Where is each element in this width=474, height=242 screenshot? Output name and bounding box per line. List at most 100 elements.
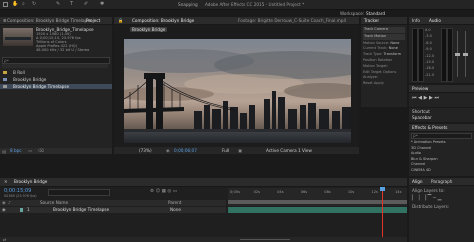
timeline-panel: ✕ Brooklyn Bridge 0;00:15;09 00369 (23.9…: [0, 178, 407, 242]
playhead-handle[interactable]: [379, 187, 385, 191]
camera-select[interactable]: Active Camera: [266, 147, 297, 154]
track-type-value[interactable]: Transform: [384, 52, 401, 56]
effects-category[interactable]: CINEMA 4D: [411, 168, 446, 174]
track-motion-button[interactable]: Track Motion: [363, 33, 405, 40]
audio-scale-label: -18.0: [425, 66, 435, 71]
project-item-selected[interactable]: Brooklyn Bridge Timelapse: [0, 84, 112, 89]
tab-audio[interactable]: Audio: [427, 18, 443, 23]
comp-name-button[interactable]: Brooklyn Bridge: [130, 27, 168, 32]
first-frame-icon[interactable]: ⏮: [412, 95, 417, 101]
toggle-switches-icon[interactable]: ⇄: [3, 237, 7, 242]
effects-category[interactable]: * Animation Presets: [411, 140, 446, 146]
effects-search-input[interactable]: ρ•: [411, 133, 472, 139]
work-area-bar[interactable]: [228, 200, 407, 204]
ruler-tick-label: 10s: [347, 190, 355, 194]
motion-source-value[interactable]: None: [390, 41, 399, 45]
layer-row[interactable]: ◉ 1 Brooklyn Bridge Timelapse None: [0, 207, 226, 213]
snapping-label[interactable]: Snapping: [178, 2, 198, 7]
reset-button[interactable]: Reset: [363, 81, 373, 85]
frame-blending-icon[interactable]: ▦: [162, 189, 166, 194]
workspace-label: Workspace:: [340, 11, 365, 16]
graph-editor-icon[interactable]: ▭: [173, 189, 177, 194]
tab-composition[interactable]: Composition: Brooklyn Bridge: [130, 18, 196, 23]
zoom-select[interactable]: (73%): [139, 147, 152, 154]
tab-tracker[interactable]: Tracker: [362, 18, 381, 23]
audio-toggle-icon[interactable]: ♪: [8, 200, 11, 206]
home-icon[interactable]: [3, 2, 8, 7]
motion-blur-icon[interactable]: ◎: [167, 189, 171, 194]
tab-timeline-comp[interactable]: Brooklyn Bridge: [12, 179, 49, 184]
tab-align[interactable]: Align: [410, 179, 425, 184]
play-icon[interactable]: ▶: [424, 95, 428, 101]
align-bottom-icon[interactable]: ▁: [438, 195, 442, 201]
tab-footage[interactable]: Footage: Brigitte Derrouw_C-Suite Coach_…: [236, 18, 348, 23]
shy-layers-icon[interactable]: ☺: [155, 189, 160, 194]
resolution-select[interactable]: Full: [222, 147, 229, 154]
align-left-icon[interactable]: ▏: [412, 195, 416, 201]
align-center-icon[interactable]: │: [417, 195, 420, 201]
tab-paragraph[interactable]: Paragraph: [429, 179, 454, 184]
composition-viewer[interactable]: [124, 39, 351, 143]
bpc-button[interactable]: 8 bpc: [10, 148, 22, 154]
zoom-slider[interactable]: [240, 239, 290, 240]
layer-duration-bar[interactable]: [228, 207, 407, 213]
align-layers-label: Align Layers to:: [412, 188, 445, 193]
project-bottom-bar: ▤ 8 bpc ▭ ⌫: [0, 148, 112, 154]
ruler-tick-label: 06s: [300, 190, 308, 194]
layer-label-color[interactable]: [20, 208, 23, 212]
visibility-eye-icon[interactable]: ◉: [2, 207, 6, 213]
trash-icon[interactable]: ⌫: [38, 148, 44, 154]
hand-icon[interactable]: ✋: [12, 1, 18, 7]
tab-effects-presets[interactable]: Effects & Presets: [410, 125, 449, 130]
align-middle-icon[interactable]: ─: [433, 195, 436, 201]
playhead[interactable]: [381, 188, 383, 242]
rotation-checkbox[interactable]: Rotation: [378, 58, 393, 62]
rotate-tool-icon[interactable]: ↻: [32, 1, 36, 7]
brush-tool-icon[interactable]: ✐: [84, 1, 88, 7]
camera-icon[interactable]: ◉: [166, 147, 170, 154]
volume-slider-handle[interactable]: [455, 53, 460, 56]
timeline-search-input[interactable]: [48, 189, 110, 196]
workspace-select[interactable]: Standard: [366, 11, 385, 16]
close-icon[interactable]: ✕: [2, 179, 10, 184]
shortcut-select[interactable]: Spacebar: [412, 115, 432, 120]
column-parent[interactable]: Parent: [168, 200, 181, 206]
tab-info[interactable]: Info: [410, 18, 422, 23]
position-checkbox[interactable]: Position: [363, 58, 377, 62]
project-item[interactable]: B Roll: [0, 70, 112, 75]
apply-button[interactable]: Apply: [374, 81, 384, 85]
align-right-icon[interactable]: ▕: [422, 195, 426, 201]
project-panel: ≡ Composition: Brooklyn Bridge Timelapse…: [0, 17, 112, 154]
new-folder-icon[interactable]: ▭: [28, 148, 32, 154]
text-tool-icon[interactable]: T: [70, 1, 73, 7]
layer-name[interactable]: Brooklyn Bridge Timelapse: [53, 207, 109, 213]
tab-preview[interactable]: Preview: [410, 86, 430, 91]
video-toggle-icon[interactable]: ◉: [2, 200, 6, 206]
puppet-tool-icon[interactable]: ✱: [100, 1, 104, 7]
volume-slider-handle[interactable]: [463, 53, 468, 56]
last-frame-icon[interactable]: ⏭: [434, 95, 439, 101]
timecode-display[interactable]: 0;00;06;07: [174, 147, 197, 154]
view-layout-select[interactable]: 1 View: [298, 147, 312, 154]
comp-flowchart-icon[interactable]: ⚙: [150, 189, 154, 194]
layer-parent-select[interactable]: None: [170, 207, 181, 213]
project-tabbar: ≡ Composition: Brooklyn Bridge Timelapse…: [0, 17, 112, 25]
align-top-icon[interactable]: ▔: [428, 195, 432, 201]
current-track-value[interactable]: None: [389, 46, 398, 50]
zoom-tool-icon[interactable]: ⌕: [22, 1, 25, 7]
column-source-name[interactable]: Source Name: [40, 200, 68, 206]
track-camera-button[interactable]: Track Camera: [363, 27, 405, 33]
tab-project[interactable]: Project: [84, 18, 102, 23]
previous-frame-icon[interactable]: ◀: [418, 95, 422, 101]
pen-tool-icon[interactable]: ✎: [56, 1, 60, 7]
lock-icon[interactable]: 🔒: [116, 18, 125, 23]
comp-header-tab[interactable]: Composition: Brooklyn Bridge Timelapse: [5, 18, 94, 23]
options-button[interactable]: Options: [383, 70, 397, 74]
project-search-input[interactable]: ρ•: [2, 57, 110, 64]
search-icon: ρ•: [413, 133, 419, 138]
edit-target-button[interactable]: Edit Target: [363, 70, 382, 74]
interpret-footage-icon[interactable]: ▤: [2, 149, 6, 154]
next-frame-icon[interactable]: ▶: [429, 95, 433, 101]
region-of-interest-icon[interactable]: ▣: [238, 147, 242, 154]
project-item[interactable]: Brooklyn Bridge: [0, 77, 112, 82]
